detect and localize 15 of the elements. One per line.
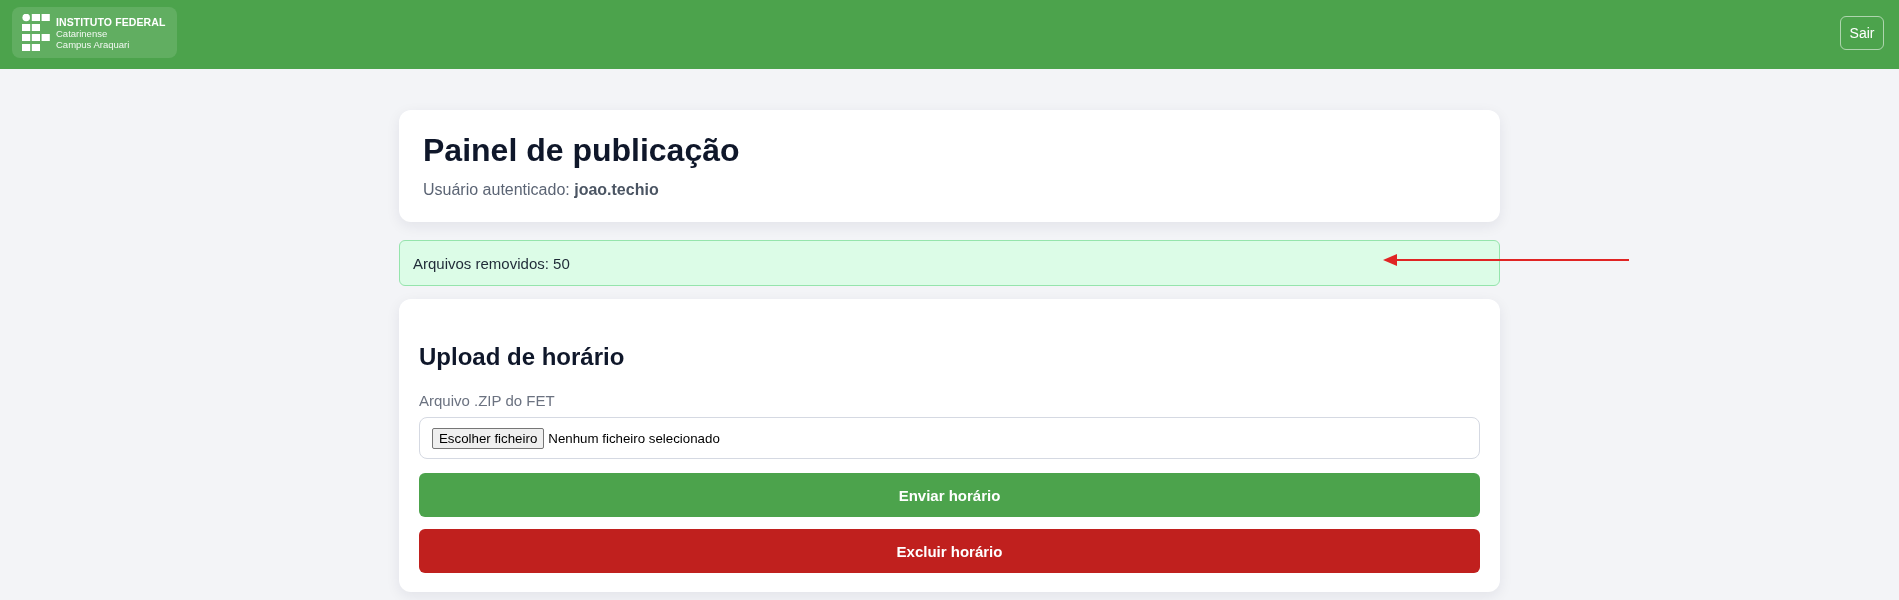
field-label: Arquivo .ZIP do FET: [419, 391, 556, 411]
file-input-field[interactable]: Escolher ficheiro Nenhum ficheiro selecionado: [419, 417, 1480, 459]
logo-subtitle: Catarinense: [56, 27, 109, 39]
logo-title: INSTITUTO FEDERAL: [56, 15, 166, 28]
alert-message: Arquivos removidos: 50: [413, 254, 570, 272]
no-file-text: Nenhum ficheiro selecionado: [548, 430, 720, 446]
choose-file-button[interactable]: Escolher ficheiro: [432, 427, 545, 449]
submit-button[interactable]: Enviar horário: [419, 473, 1480, 517]
delete-button[interactable]: Excluir horário: [419, 529, 1480, 573]
user-info-text: Usuário autenticado: joao.techio: [423, 180, 660, 200]
logo-subtitle: Campus Araquari: [56, 38, 131, 50]
page-title: Painel de publicação: [423, 131, 741, 170]
logout-button[interactable]: Sair: [1840, 15, 1884, 50]
section-title: Upload de horário: [419, 342, 626, 372]
logo-icon: [22, 14, 50, 51]
